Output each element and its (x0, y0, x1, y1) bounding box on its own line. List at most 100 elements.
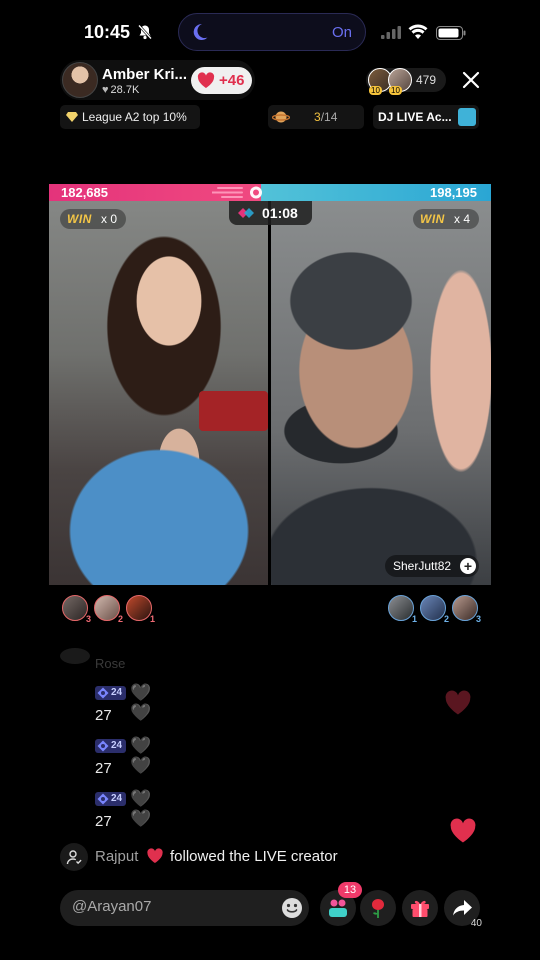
opponent-name: SherJutt82 (393, 559, 452, 573)
rose-icon (372, 899, 384, 918)
battle-score-bar (49, 184, 491, 201)
viewer-level-badge: 10 (369, 86, 382, 95)
streak-flame-icon (212, 186, 262, 199)
host-video[interactable] (49, 201, 268, 585)
chat-avatar-faded (60, 648, 90, 664)
user-level: 24 (111, 793, 123, 804)
battle-timer: 01:08 (229, 201, 312, 225)
gifter-rank: 2 (117, 614, 123, 624)
floating-heart-icon (445, 690, 471, 715)
add-icon[interactable]: + (460, 558, 476, 574)
chat-username-faded: Rose (95, 656, 126, 671)
follow-notification: Rajput followed the LIVE creator (60, 843, 370, 871)
share-button[interactable]: 40 (444, 890, 482, 929)
ranking-chip[interactable]: 3/14 (268, 105, 364, 129)
close-icon[interactable] (461, 70, 481, 90)
viewer-level-badge: 10 (389, 86, 402, 95)
score-left: 182,685 (61, 185, 108, 200)
gifter-rank: 1 (411, 614, 417, 624)
user-level-badge: 24 (95, 739, 126, 753)
gifter-rank: 3 (475, 614, 481, 624)
level-diamond-icon (97, 793, 109, 805)
people-gift-icon (329, 899, 347, 917)
gift-button[interactable] (402, 890, 438, 926)
likes-heart-icon: ♥ (102, 84, 109, 96)
wifi-icon (408, 24, 428, 39)
top-viewer-avatar[interactable]: 10 (388, 68, 412, 95)
gifter-avatar-right[interactable]: 2 (420, 595, 449, 624)
gift-box-icon (411, 900, 429, 917)
gift-count-badge: 13 (338, 882, 362, 898)
opponent-name-tag[interactable]: SherJutt82 + (385, 555, 479, 577)
music-disc-icon (458, 108, 476, 126)
chat-text: 27 (95, 707, 112, 724)
ranking-value: 3/14 (314, 110, 337, 124)
battery-icon (436, 26, 466, 40)
focus-mode-indicator[interactable]: On (178, 13, 366, 51)
dj-live-label: DJ LIVE Ac... (378, 110, 452, 124)
gifter-avatar-left[interactable]: 2 (94, 595, 123, 624)
ranking-current: 3 (314, 110, 321, 124)
comment-box[interactable] (60, 890, 309, 926)
gifter-avatar-left[interactable]: 3 (62, 595, 91, 624)
cellular-signal-icon (381, 26, 401, 39)
follow-button[interactable]: +46 (191, 67, 252, 94)
dj-live-chip[interactable]: DJ LIVE Ac... (373, 105, 479, 129)
level-diamond-icon (97, 740, 109, 752)
planet-icon (272, 111, 290, 123)
versus-icon (238, 208, 254, 218)
host-name[interactable]: Amber Kri... (102, 66, 187, 83)
win-streak-left: WIN x 0 (60, 209, 126, 229)
diamond-icon (66, 112, 78, 122)
viewer-count: 479 (416, 73, 437, 87)
gifter-rank: 1 (149, 614, 155, 624)
host-likes-count: ♥ 28.7K (102, 84, 139, 96)
black-hearts-emoji: 🖤🖤 (130, 736, 153, 775)
floating-heart-icon (450, 818, 476, 843)
black-hearts-emoji: 🖤🖤 (130, 789, 153, 828)
video-divider (268, 201, 271, 585)
follower-username[interactable]: Rajput (95, 848, 138, 865)
user-level-badge: 24 (95, 792, 126, 806)
opponent-video[interactable] (271, 201, 491, 585)
follow-message: followed the LIVE creator (170, 848, 338, 865)
bell-muted-icon (138, 24, 152, 40)
gifter-rank: 3 (85, 614, 91, 624)
host-likes-value: 28.7K (110, 84, 140, 96)
gift-collection-button[interactable]: 13 (320, 882, 362, 926)
emoji-icon[interactable] (281, 897, 303, 919)
heart-icon (197, 72, 215, 88)
rose-gift-button[interactable] (360, 890, 396, 926)
moon-icon (193, 23, 208, 40)
gifter-avatar-right[interactable]: 1 (388, 595, 417, 624)
share-count: 40 (470, 918, 482, 929)
gifter-rank: 2 (443, 614, 449, 624)
league-label: League A2 top 10% (82, 110, 187, 124)
level-diamond-icon (97, 687, 109, 699)
league-chip[interactable]: League A2 top 10% (60, 105, 200, 129)
heart-icon (147, 848, 163, 864)
chat-text: 27 (95, 813, 112, 830)
user-level: 24 (111, 687, 123, 698)
score-right: 198,195 (430, 185, 477, 200)
gifter-avatar-left[interactable]: 1 (126, 595, 155, 624)
chat-text: 27 (95, 760, 112, 777)
win-count-left: x 0 (101, 212, 118, 226)
user-follow-icon (60, 843, 88, 871)
user-level-badge: 24 (95, 686, 126, 700)
win-streak-right: WIN x 4 (413, 209, 479, 229)
share-arrow-icon (453, 900, 472, 916)
host-avatar[interactable] (62, 62, 98, 98)
black-hearts-emoji: 🖤🖤 (130, 683, 153, 722)
win-count-right: x 4 (454, 212, 471, 226)
status-time: 10:45 (84, 22, 131, 42)
timer-value: 01:08 (262, 205, 298, 221)
follow-count: +46 (219, 72, 245, 89)
win-label: WIN (420, 212, 445, 226)
comment-input[interactable] (72, 898, 272, 915)
focus-status-label: On (331, 24, 352, 41)
ranking-total: /14 (320, 110, 338, 124)
gifter-avatar-right[interactable]: 3 (452, 595, 481, 624)
win-label: WIN (67, 212, 92, 226)
user-level: 24 (111, 740, 123, 751)
